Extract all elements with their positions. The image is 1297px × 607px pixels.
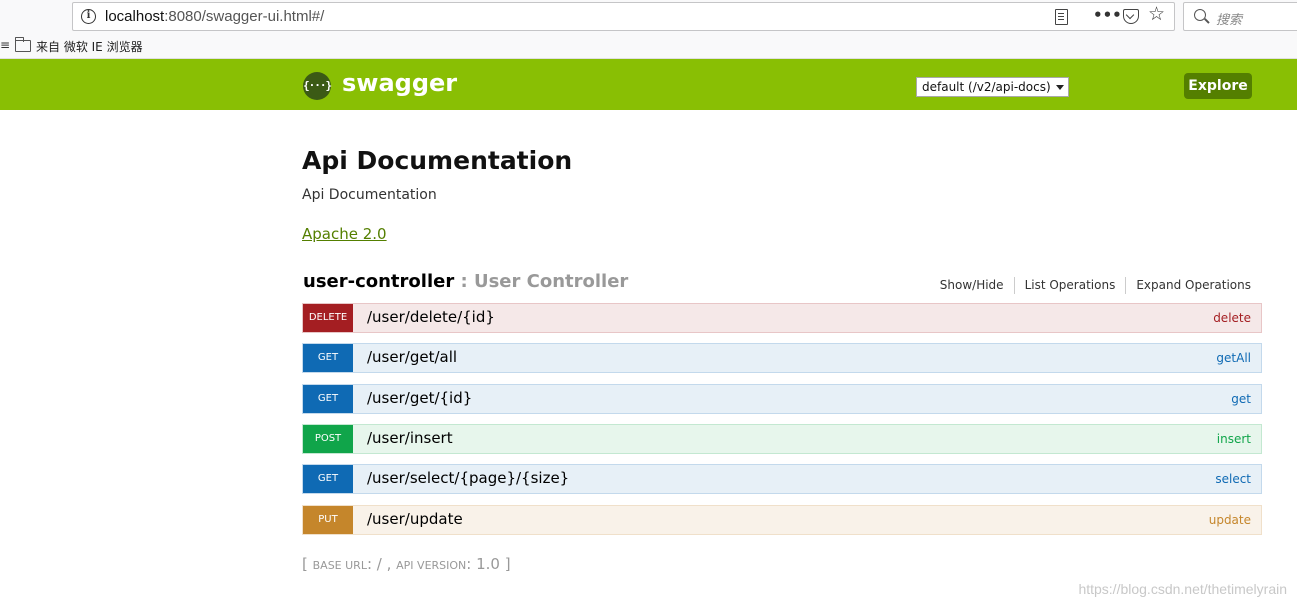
more-actions-icon[interactable]: ••• — [1093, 6, 1122, 24]
api-version-value: : 1.0 — [466, 555, 505, 573]
endpoint-operation[interactable]: insert — [1217, 432, 1251, 446]
chevron-down-icon — [1056, 85, 1064, 90]
api-version-label: API VERSION — [396, 559, 467, 572]
swagger-header: {···} swagger default (/v2/api-docs) Exp… — [0, 59, 1297, 110]
url-host: localhost — [105, 8, 165, 25]
resource-description: User Controller — [473, 271, 629, 292]
endpoint-get-all-users[interactable]: GET /user/get/all getAll — [302, 343, 1262, 373]
endpoint-path[interactable]: /user/update — [367, 510, 463, 528]
url-text[interactable]: localhost:8080/swagger-ui.html#/ — [105, 8, 324, 25]
base-url-value: : / , — [366, 555, 397, 573]
page-description: Api Documentation — [302, 187, 437, 203]
pocket-icon[interactable] — [1123, 9, 1139, 24]
endpoint-delete-user[interactable]: DELETE /user/delete/{id} delete — [302, 303, 1262, 333]
bookmarks-bar: ≡ 来自 微软 IE 浏览器 — [0, 33, 1297, 59]
info-icon[interactable]: i — [81, 9, 96, 24]
swagger-logo-icon[interactable]: {···} — [303, 72, 332, 100]
endpoint-operation[interactable]: delete — [1213, 311, 1251, 325]
endpoint-select-users[interactable]: GET /user/select/{page}/{size} select — [302, 464, 1262, 494]
url-path: :8080/swagger-ui.html#/ — [164, 8, 325, 25]
swagger-brand[interactable]: swagger — [342, 69, 457, 97]
method-badge-post[interactable]: POST — [303, 425, 353, 453]
resource-separator: : — [454, 271, 474, 292]
method-badge-delete[interactable]: DELETE — [303, 304, 353, 332]
footer-open: [ — [302, 555, 313, 573]
endpoint-operation[interactable]: get — [1231, 392, 1251, 406]
bookmarks-menu-icon[interactable]: ≡ — [0, 38, 10, 52]
browser-toolbar: i localhost:8080/swagger-ui.html#/ ••• ☆… — [0, 0, 1297, 33]
bookmark-star-icon[interactable]: ☆ — [1148, 3, 1165, 25]
endpoint-insert-user[interactable]: POST /user/insert insert — [302, 424, 1262, 454]
address-bar[interactable]: i localhost:8080/swagger-ui.html#/ ••• ☆ — [72, 2, 1175, 31]
resource-actions: Show/Hide List Operations Expand Operati… — [930, 277, 1251, 294]
base-url-label: BASE URL — [312, 559, 367, 572]
endpoint-operation[interactable]: select — [1215, 472, 1251, 486]
method-badge-put[interactable]: PUT — [303, 506, 353, 534]
api-spec-select-value: default (/v2/api-docs) — [922, 80, 1051, 94]
bookmark-folder-ie[interactable]: 来自 微软 IE 浏览器 — [36, 38, 143, 55]
endpoint-operation[interactable]: update — [1209, 513, 1251, 527]
search-icon — [1194, 9, 1206, 21]
page-title: Api Documentation — [302, 146, 573, 175]
footer-close: ] — [504, 555, 511, 573]
endpoint-update-user[interactable]: PUT /user/update update — [302, 505, 1262, 535]
explore-button[interactable]: Explore — [1184, 73, 1252, 99]
browser-search-input[interactable]: 搜索 — [1183, 2, 1297, 31]
endpoint-path[interactable]: /user/insert — [367, 429, 453, 447]
endpoint-get-user[interactable]: GET /user/get/{id} get — [302, 384, 1262, 414]
api-footer: [ BASE URL: / , API VERSION: 1.0 ] — [302, 555, 511, 573]
endpoint-path[interactable]: /user/get/{id} — [367, 389, 472, 407]
search-placeholder: 搜索 — [1216, 13, 1243, 28]
watermark: https://blog.csdn.net/thetimelyrain — [1078, 581, 1287, 597]
method-badge-get[interactable]: GET — [303, 385, 353, 413]
resource-heading[interactable]: user-controller : User Controller — [303, 271, 628, 292]
expand-operations-link[interactable]: Expand Operations — [1126, 277, 1251, 294]
reader-view-icon[interactable] — [1055, 9, 1068, 25]
resource-name[interactable]: user-controller — [303, 271, 454, 292]
show-hide-link[interactable]: Show/Hide — [930, 277, 1015, 294]
endpoint-path[interactable]: /user/get/all — [367, 348, 457, 366]
api-spec-select[interactable]: default (/v2/api-docs) — [916, 77, 1069, 97]
endpoint-path[interactable]: /user/select/{page}/{size} — [367, 469, 569, 487]
endpoint-path[interactable]: /user/delete/{id} — [367, 308, 495, 326]
folder-icon[interactable] — [15, 37, 31, 52]
endpoint-operation[interactable]: getAll — [1216, 351, 1251, 365]
list-operations-link[interactable]: List Operations — [1015, 277, 1127, 294]
method-badge-get[interactable]: GET — [303, 465, 353, 493]
method-badge-get[interactable]: GET — [303, 344, 353, 372]
license-link[interactable]: Apache 2.0 — [302, 225, 387, 243]
